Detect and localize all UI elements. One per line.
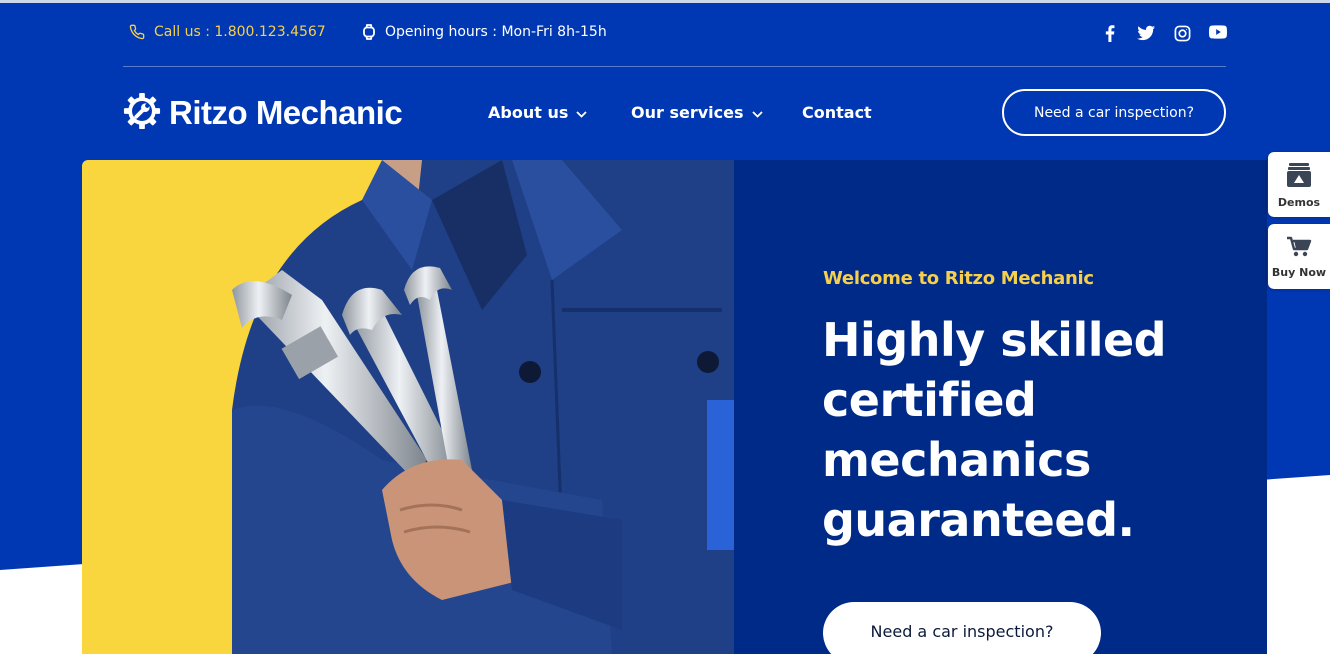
- side-buy-now-label: Buy Now: [1271, 266, 1327, 279]
- call-us-text: Call us : 1.800.123.4567: [154, 24, 326, 40]
- gear-wrench-logo-icon: [123, 92, 161, 134]
- nav-inspection-button-label: Need a car inspection?: [1033, 104, 1195, 121]
- hero-inspection-button-label: Need a car inspection?: [870, 622, 1054, 641]
- facebook-icon[interactable]: [1104, 25, 1116, 42]
- hero-welcome: Welcome to Ritzo Mechanic: [823, 268, 1094, 289]
- header-divider: [123, 66, 1226, 67]
- side-demos-label: Demos: [1277, 196, 1321, 209]
- top-bar: Call us : 1.800.123.4567 Opening hours :…: [0, 0, 1330, 66]
- cart-icon: [1286, 236, 1312, 262]
- logo-text: Ritzo Mechanic: [169, 94, 403, 131]
- logo[interactable]: Ritzo Mechanic: [123, 92, 403, 134]
- nav-our-services-label: Our services: [631, 103, 744, 122]
- nav-about-us-label: About us: [488, 103, 569, 122]
- call-us[interactable]: Call us : 1.800.123.4567: [129, 24, 326, 40]
- nav-contact[interactable]: Contact: [802, 103, 872, 122]
- chevron-down-icon: [576, 103, 587, 122]
- instagram-icon[interactable]: [1174, 25, 1191, 42]
- nav-contact-label: Contact: [802, 103, 872, 122]
- nav-about-us[interactable]: About us: [488, 103, 587, 122]
- opening-hours: Opening hours : Mon-Fri 8h-15h: [362, 24, 607, 40]
- hero-headline: Highly skilled certified mechanics guara…: [822, 313, 1167, 547]
- nav-inspection-button[interactable]: Need a car inspection?: [1002, 89, 1226, 136]
- nav-our-services[interactable]: Our services: [631, 103, 763, 122]
- hero-inspection-button[interactable]: Need a car inspection?: [823, 602, 1101, 664]
- opening-hours-text: Opening hours : Mon-Fri 8h-15h: [385, 24, 607, 40]
- twitter-icon[interactable]: [1137, 25, 1155, 41]
- phone-icon: [129, 24, 145, 40]
- side-buy-now-button[interactable]: Buy Now: [1268, 224, 1330, 289]
- watch-icon: [362, 24, 376, 40]
- youtube-icon[interactable]: [1209, 25, 1227, 39]
- demos-stack-icon: [1286, 162, 1312, 192]
- side-demos-button[interactable]: Demos: [1268, 152, 1330, 217]
- hero-image-mechanic: [82, 160, 734, 654]
- chevron-down-icon: [751, 103, 763, 122]
